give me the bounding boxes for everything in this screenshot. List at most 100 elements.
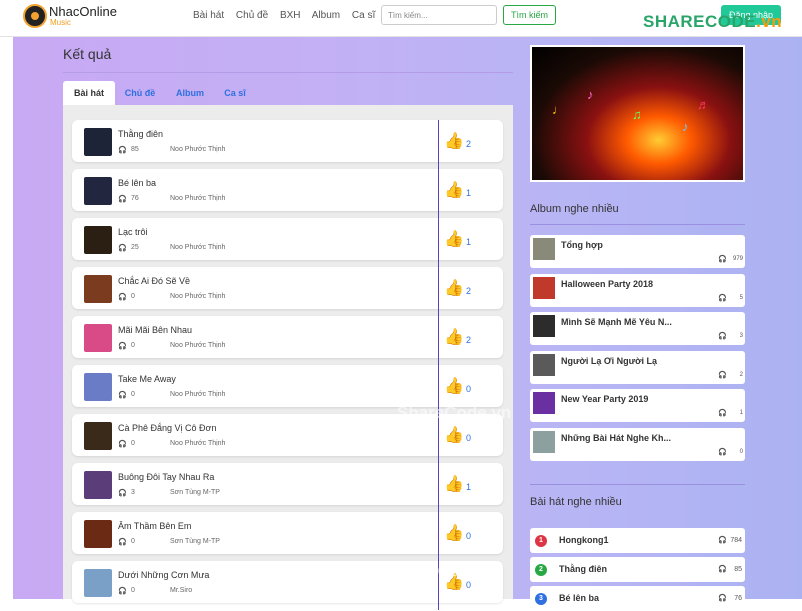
album-thumbnail[interactable] bbox=[533, 276, 555, 299]
song-thumbnail[interactable] bbox=[84, 569, 112, 597]
tab-songs[interactable]: Bài hát bbox=[63, 81, 115, 105]
song-row[interactable]: Âm Thầm Bên Em 🎧 0 Sơn Tùng M-TP 👍 0 bbox=[72, 512, 503, 561]
headphones-icon: 🎧 bbox=[118, 539, 127, 546]
artist-name[interactable]: Noo Phước Thịnh bbox=[170, 440, 225, 447]
search-input[interactable]: Tìm kiếm... bbox=[381, 5, 497, 25]
album-item[interactable]: Halloween Party 2018 🎧 5 bbox=[530, 273, 745, 307]
song-title[interactable]: Thằng điên bbox=[118, 129, 163, 139]
nav-item-albums[interactable]: Album bbox=[312, 10, 340, 21]
album-thumbnail[interactable] bbox=[533, 353, 555, 376]
listen-count: 3 bbox=[131, 489, 135, 496]
song-row[interactable]: Bé lên ba 🎧 76 Noo Phước Thịnh 👍 1 bbox=[72, 169, 503, 218]
song-thumbnail[interactable] bbox=[84, 128, 112, 156]
song-title[interactable]: Take Me Away bbox=[118, 374, 176, 384]
song-title[interactable]: Lạc trôi bbox=[118, 227, 148, 237]
thumbs-up-icon[interactable]: 👍 bbox=[444, 131, 464, 151]
album-thumbnail[interactable] bbox=[533, 238, 555, 260]
album-title[interactable]: Những Bài Hát Nghe Kh... bbox=[561, 433, 671, 443]
song-title[interactable]: Dưới Những Cơn Mưa bbox=[118, 570, 209, 580]
page-title: Kết quả bbox=[63, 46, 112, 62]
song-title[interactable]: Hongkong1 bbox=[559, 535, 609, 545]
album-thumbnail[interactable] bbox=[533, 430, 555, 453]
listen-count: 1 bbox=[739, 410, 743, 416]
brand-subtitle: Music bbox=[50, 18, 71, 27]
album-thumbnail[interactable] bbox=[533, 392, 555, 414]
search-button[interactable]: Tìm kiếm bbox=[503, 5, 556, 25]
song-thumbnail[interactable] bbox=[84, 177, 112, 205]
artist-name[interactable]: Noo Phước Thịnh bbox=[170, 195, 225, 202]
copyright-watermark: Copyright © ShareCode.vn bbox=[268, 560, 484, 580]
thumbs-up-icon[interactable]: 👍 bbox=[444, 180, 464, 200]
artist-name[interactable]: Noo Phước Thịnh bbox=[170, 342, 225, 349]
listen-count: 0 bbox=[131, 391, 135, 398]
artist-name[interactable]: Noo Phước Thịnh bbox=[170, 146, 225, 153]
song-title[interactable]: Bé lên ba bbox=[559, 593, 599, 603]
song-row[interactable]: Take Me Away 🎧 0 Noo Phước Thịnh 👍 0 bbox=[72, 365, 503, 414]
thumbs-up-icon[interactable]: 👍 bbox=[444, 523, 464, 543]
thumbs-up-icon[interactable]: 👍 bbox=[444, 278, 464, 298]
album-item[interactable]: Những Bài Hát Nghe Kh... 🎧 0 bbox=[530, 427, 745, 461]
top-song-item[interactable]: 2 Thằng điên 🎧 85 bbox=[530, 557, 745, 582]
song-title[interactable]: Âm Thầm Bên Em bbox=[118, 521, 191, 531]
listen-count: 784 bbox=[730, 537, 742, 544]
song-thumbnail[interactable] bbox=[84, 275, 112, 303]
tab-singers[interactable]: Ca sĩ bbox=[215, 81, 255, 105]
headphones-icon: 🎧 bbox=[718, 410, 727, 417]
song-title[interactable]: Cà Phê Đắng Vị Cô Đơn bbox=[118, 423, 216, 433]
album-title[interactable]: Tổng hợp bbox=[561, 240, 603, 250]
album-item[interactable]: Tổng hợp 🎧 979 bbox=[530, 235, 745, 268]
nav-item-charts[interactable]: BXH bbox=[280, 10, 301, 21]
artist-name[interactable]: Noo Phước Thịnh bbox=[170, 293, 225, 300]
song-row[interactable]: Lạc trôi 🎧 25 Noo Phước Thịnh 👍 1 bbox=[72, 218, 503, 267]
album-title[interactable]: New Year Party 2019 bbox=[561, 394, 648, 404]
artist-name[interactable]: Noo Phước Thịnh bbox=[170, 391, 225, 398]
nav-item-songs[interactable]: Bài hát bbox=[193, 10, 224, 21]
headphones-icon: 🎧 bbox=[118, 196, 127, 203]
thumbs-up-icon[interactable]: 👍 bbox=[444, 425, 464, 445]
song-thumbnail[interactable] bbox=[84, 226, 112, 254]
thumbs-up-icon[interactable]: 👍 bbox=[444, 327, 464, 347]
album-title[interactable]: Mình Sẽ Mạnh Mẽ Yêu N... bbox=[561, 317, 672, 327]
song-thumbnail[interactable] bbox=[84, 471, 112, 499]
nav-item-topics[interactable]: Chủ đề bbox=[236, 10, 268, 21]
thumbs-up-icon[interactable]: 👍 bbox=[444, 376, 464, 396]
song-row[interactable]: Thằng điên 🎧 85 Noo Phước Thịnh 👍 2 bbox=[72, 120, 503, 169]
song-title[interactable]: Buông Đôi Tay Nhau Ra bbox=[118, 472, 214, 482]
song-title[interactable]: Bé lên ba bbox=[118, 178, 156, 188]
nav-item-singers[interactable]: Ca sĩ bbox=[352, 10, 375, 21]
song-row[interactable]: Chắc Ai Đó Sẽ Về 🎧 0 Noo Phước Thịnh 👍 2 bbox=[72, 267, 503, 316]
song-row[interactable]: Mãi Mãi Bên Nhau 🎧 0 Noo Phước Thịnh 👍 2 bbox=[72, 316, 503, 365]
tab-albums[interactable]: Album bbox=[167, 81, 213, 105]
song-thumbnail[interactable] bbox=[84, 324, 112, 352]
song-title[interactable]: Thằng điên bbox=[559, 564, 607, 574]
song-thumbnail[interactable] bbox=[84, 422, 112, 450]
artist-name[interactable]: Mr.Siro bbox=[170, 587, 192, 594]
song-thumbnail[interactable] bbox=[84, 520, 112, 548]
album-item[interactable]: Mình Sẽ Mạnh Mẽ Yêu N... 🎧 3 bbox=[530, 312, 745, 345]
music-note-icon: ♬ bbox=[697, 97, 710, 112]
headphones-icon: 🎧 bbox=[118, 294, 127, 301]
thumbs-up-icon[interactable]: 👍 bbox=[444, 474, 464, 494]
headphones-logo-icon[interactable] bbox=[23, 4, 47, 28]
album-title[interactable]: Halloween Party 2018 bbox=[561, 279, 653, 289]
divider bbox=[438, 120, 439, 169]
artist-name[interactable]: Sơn Tùng M-TP bbox=[170, 538, 220, 545]
top-songs-heading: Bài hát nghe nhiều bbox=[530, 496, 622, 508]
album-item[interactable]: New Year Party 2019 🎧 1 bbox=[530, 389, 745, 422]
top-navbar: NhacOnline Music Bài hát Chủ đề BXH Albu… bbox=[0, 0, 802, 37]
like-count: 1 bbox=[466, 237, 472, 247]
song-title[interactable]: Mãi Mãi Bên Nhau bbox=[118, 325, 192, 335]
album-thumbnail[interactable] bbox=[533, 315, 555, 337]
song-thumbnail[interactable] bbox=[84, 373, 112, 401]
watermark-logo-suffix: .vn bbox=[756, 12, 783, 31]
tab-topics[interactable]: Chủ đề bbox=[117, 81, 163, 105]
song-row[interactable]: Buông Đôi Tay Nhau Ra 🎧 3 Sơn Tùng M-TP 👍 1 bbox=[72, 463, 503, 512]
thumbs-up-icon[interactable]: 👍 bbox=[444, 229, 464, 249]
song-title[interactable]: Chắc Ai Đó Sẽ Về bbox=[118, 276, 190, 286]
album-title[interactable]: Người Lạ Ơi Người Lạ bbox=[561, 356, 657, 366]
artist-name[interactable]: Sơn Tùng M-TP bbox=[170, 489, 220, 496]
album-item[interactable]: Người Lạ Ơi Người Lạ 🎧 2 bbox=[530, 350, 745, 384]
artist-name[interactable]: Noo Phước Thịnh bbox=[170, 244, 225, 251]
brand-name[interactable]: NhacOnline bbox=[49, 5, 117, 18]
top-song-item[interactable]: 1 Hongkong1 🎧 784 bbox=[530, 528, 745, 553]
